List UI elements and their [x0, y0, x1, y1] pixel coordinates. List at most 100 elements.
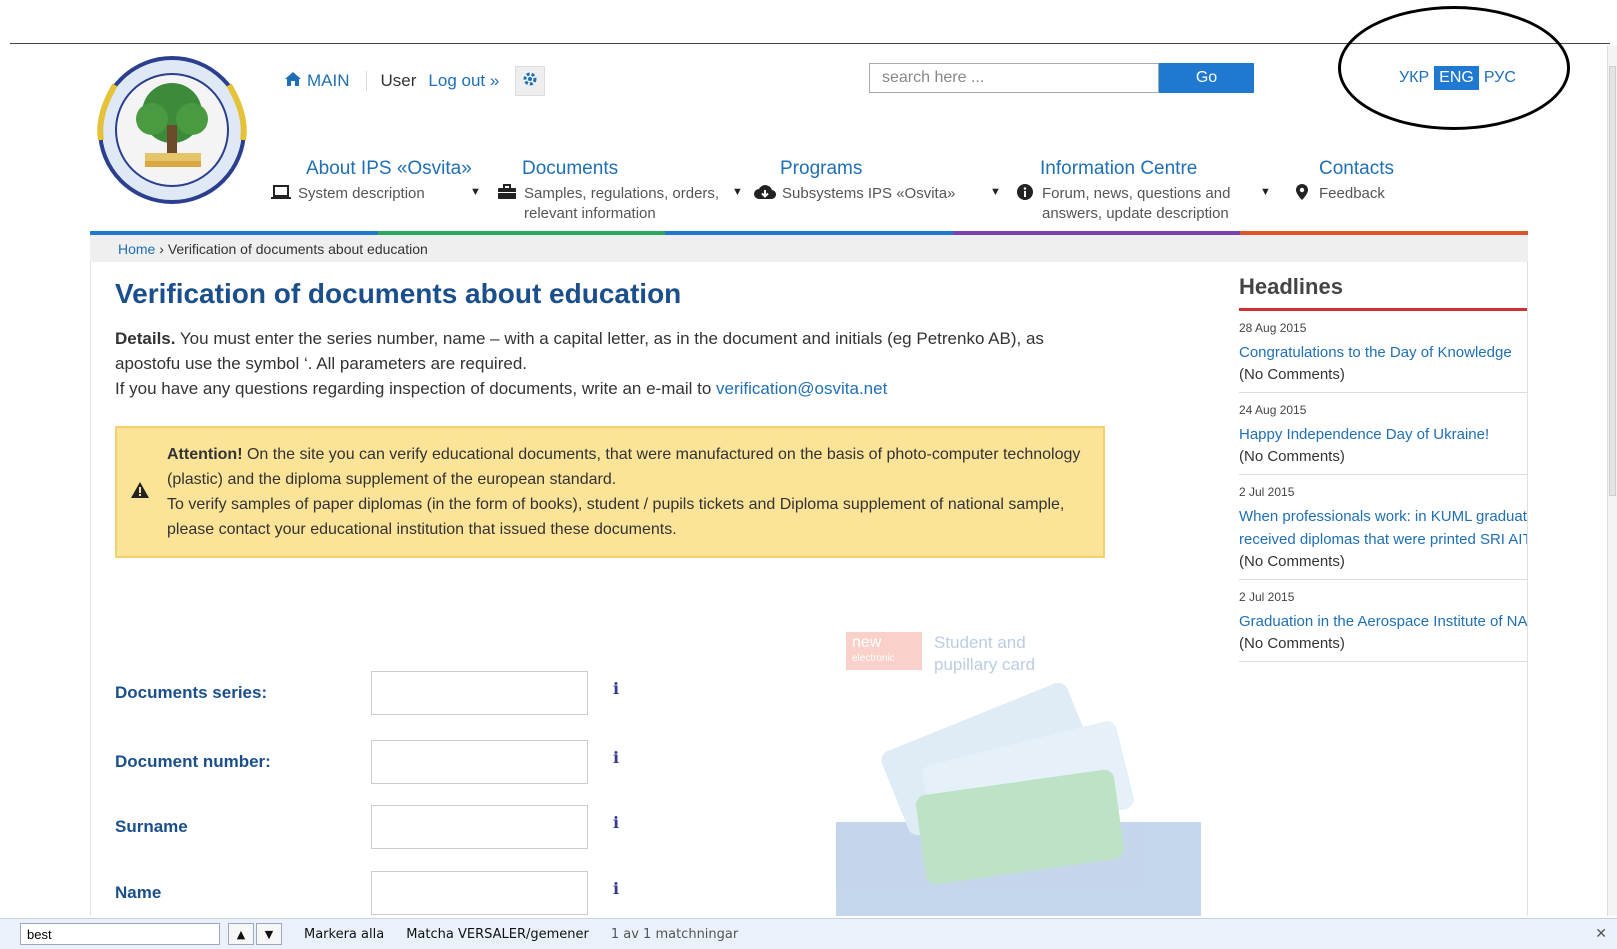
nav-contacts-title[interactable]: Contacts — [1291, 158, 1394, 180]
find-input[interactable] — [20, 923, 220, 945]
news-date: 2 Jul 2015 — [1239, 590, 1295, 604]
language-switcher: УКР ENG РУС — [1394, 66, 1521, 90]
highlight-all-option[interactable]: Markera alla — [304, 927, 384, 942]
news-item: 2 Jul 2015 Graduation in the Aerospace I… — [1239, 580, 1527, 662]
chevron-down-icon[interactable]: ▼ — [990, 186, 1001, 198]
main-column: Verification of documents about educatio… — [115, 262, 1105, 558]
details-bold: Details. — [115, 329, 176, 348]
label-surname: Surname — [115, 817, 188, 836]
nav-about[interactable]: About IPS «Osvita» System description ▼ — [270, 158, 481, 206]
nav-about-sub[interactable]: System description — [298, 184, 425, 206]
main-label: MAIN — [307, 71, 350, 90]
user-label: User — [380, 71, 417, 90]
nav-contacts[interactable]: Contacts Feedback — [1291, 158, 1394, 206]
breadcrumb-current: Verification of documents about educatio… — [167, 241, 428, 257]
laptop-icon — [270, 184, 292, 206]
name-input[interactable] — [371, 871, 588, 915]
nav-info-title[interactable]: Information Centre — [1014, 158, 1244, 180]
find-previous-button[interactable]: ▲ — [228, 923, 254, 945]
nav-programs-sub[interactable]: Subsystems IPS «Osvita» — [782, 184, 955, 206]
nav-information-centre[interactable]: Information Centre Forum, news, question… — [1014, 158, 1271, 224]
briefcase-icon — [496, 184, 518, 224]
chevron-down-icon: ▼ — [264, 927, 274, 941]
page-title: Verification of documents about educatio… — [115, 278, 682, 309]
surname-input[interactable] — [371, 805, 588, 849]
nav-contacts-sub[interactable]: Feedback — [1319, 184, 1385, 206]
headlines-title: Headlines — [1239, 274, 1527, 311]
document-number-input[interactable] — [371, 740, 588, 784]
alert-line2: To verify samples of paper diplomas (in … — [167, 496, 1065, 538]
news-comments: (No Comments) — [1239, 553, 1345, 570]
gear-icon — [522, 71, 538, 92]
news-title-link[interactable]: When professionals work: in KUML graduat… — [1239, 505, 1527, 551]
field-documents-series: Documents series: i — [115, 671, 635, 715]
news-date: 2 Jul 2015 — [1239, 485, 1295, 499]
electronic-label: electronic — [852, 653, 895, 664]
promo-text-2: pupillary card — [934, 655, 1036, 674]
news-title-link[interactable]: Graduation in the Aerospace Institute of… — [1239, 610, 1527, 633]
content-area: Verification of documents about educatio… — [90, 262, 1528, 916]
label-document-number: Document number: — [115, 752, 271, 771]
promo-text: Student and pupillary card — [934, 632, 1035, 676]
new-label: new — [852, 634, 882, 651]
lang-rus[interactable]: РУС — [1479, 66, 1521, 90]
documents-series-input[interactable] — [371, 671, 588, 715]
main-navigation: About IPS «Osvita» System description ▼ … — [270, 158, 1530, 230]
match-case-option[interactable]: Matcha VERSALER/gemener — [406, 927, 589, 942]
news-title-link[interactable]: Congratulations to the Day of Knowledge — [1239, 341, 1527, 364]
news-comments: (No Comments) — [1239, 635, 1345, 652]
warning-icon — [131, 480, 149, 505]
nav-documents-sub[interactable]: Samples, regulations, orders, relevant i… — [524, 184, 744, 224]
browser-find-bar: ▲ ▼ Markera alla Matcha VERSALER/gemener… — [0, 918, 1617, 949]
breadcrumb: Home › Verification of documents about e… — [90, 235, 1528, 262]
find-result-count: 1 av 1 matchningar — [610, 926, 739, 942]
contact-email-link[interactable]: verification@osvita.net — [716, 379, 887, 398]
news-item: 24 Aug 2015 Happy Independence Day of Uk… — [1239, 393, 1527, 475]
info-icon[interactable]: i — [613, 813, 619, 832]
field-document-number: Document number: i — [115, 740, 635, 784]
info-icon[interactable]: i — [613, 679, 619, 698]
search-go-button[interactable]: Go — [1159, 63, 1254, 93]
close-icon[interactable]: ✕ — [1595, 926, 1607, 942]
find-next-button[interactable]: ▼ — [256, 923, 282, 945]
nav-documents[interactable]: Documents Samples, regulations, orders, … — [496, 158, 746, 224]
info-icon[interactable]: i — [613, 879, 619, 898]
nav-about-title[interactable]: About IPS «Osvita» — [270, 158, 472, 180]
chevron-down-icon[interactable]: ▼ — [732, 186, 743, 198]
main-link[interactable]: MAIN — [285, 71, 367, 91]
nav-programs[interactable]: Programs Subsystems IPS «Osvita» ▼ — [754, 158, 1001, 206]
logout-link[interactable]: Log out » — [428, 71, 515, 91]
headlines-sidebar: Headlines 28 Aug 2015 Congratulations to… — [1239, 262, 1527, 662]
breadcrumb-home[interactable]: Home — [118, 241, 155, 257]
label-documents-series: Documents series: — [115, 683, 268, 702]
ministry-logo[interactable] — [97, 55, 247, 205]
chevron-down-icon[interactable]: ▼ — [470, 186, 481, 198]
news-title-link[interactable]: Happy Independence Day of Ukraine! — [1239, 423, 1527, 446]
settings-gear-button[interactable] — [515, 66, 546, 96]
lang-ukr[interactable]: УКР — [1394, 66, 1434, 90]
nav-programs-title[interactable]: Programs — [754, 158, 955, 180]
lang-eng[interactable]: ENG — [1434, 66, 1479, 90]
new-tag: new electronic — [846, 632, 922, 670]
field-surname: Surname i — [115, 805, 635, 849]
news-comments: (No Comments) — [1239, 448, 1345, 465]
news-item: 2 Jul 2015 When professionals work: in K… — [1239, 475, 1527, 580]
nav-info-sub[interactable]: Forum, news, questions and answers, upda… — [1042, 184, 1242, 224]
details-text: Details. You must enter the series numbe… — [115, 326, 1105, 401]
home-icon — [285, 71, 301, 91]
news-date: 28 Aug 2015 — [1239, 321, 1307, 335]
alert-line1: On the site you can verify educational d… — [167, 446, 1081, 488]
search-input[interactable] — [869, 63, 1159, 93]
info-icon[interactable]: i — [613, 748, 619, 767]
vertical-scrollbar[interactable] — [1607, 46, 1617, 916]
student-card-promo[interactable]: new electronic Student and pupillary car… — [836, 632, 1201, 916]
breadcrumb-separator: › — [159, 241, 164, 257]
news-item: 28 Aug 2015 Congratulations to the Day o… — [1239, 311, 1527, 393]
chevron-down-icon[interactable]: ▼ — [1260, 186, 1271, 198]
nav-documents-title[interactable]: Documents — [496, 158, 746, 180]
info-circle-icon — [1014, 184, 1036, 224]
chevron-up-icon: ▲ — [236, 927, 246, 941]
news-date: 24 Aug 2015 — [1239, 403, 1307, 417]
label-name: Name — [115, 883, 162, 902]
scrollbar-thumb[interactable] — [1609, 66, 1616, 496]
